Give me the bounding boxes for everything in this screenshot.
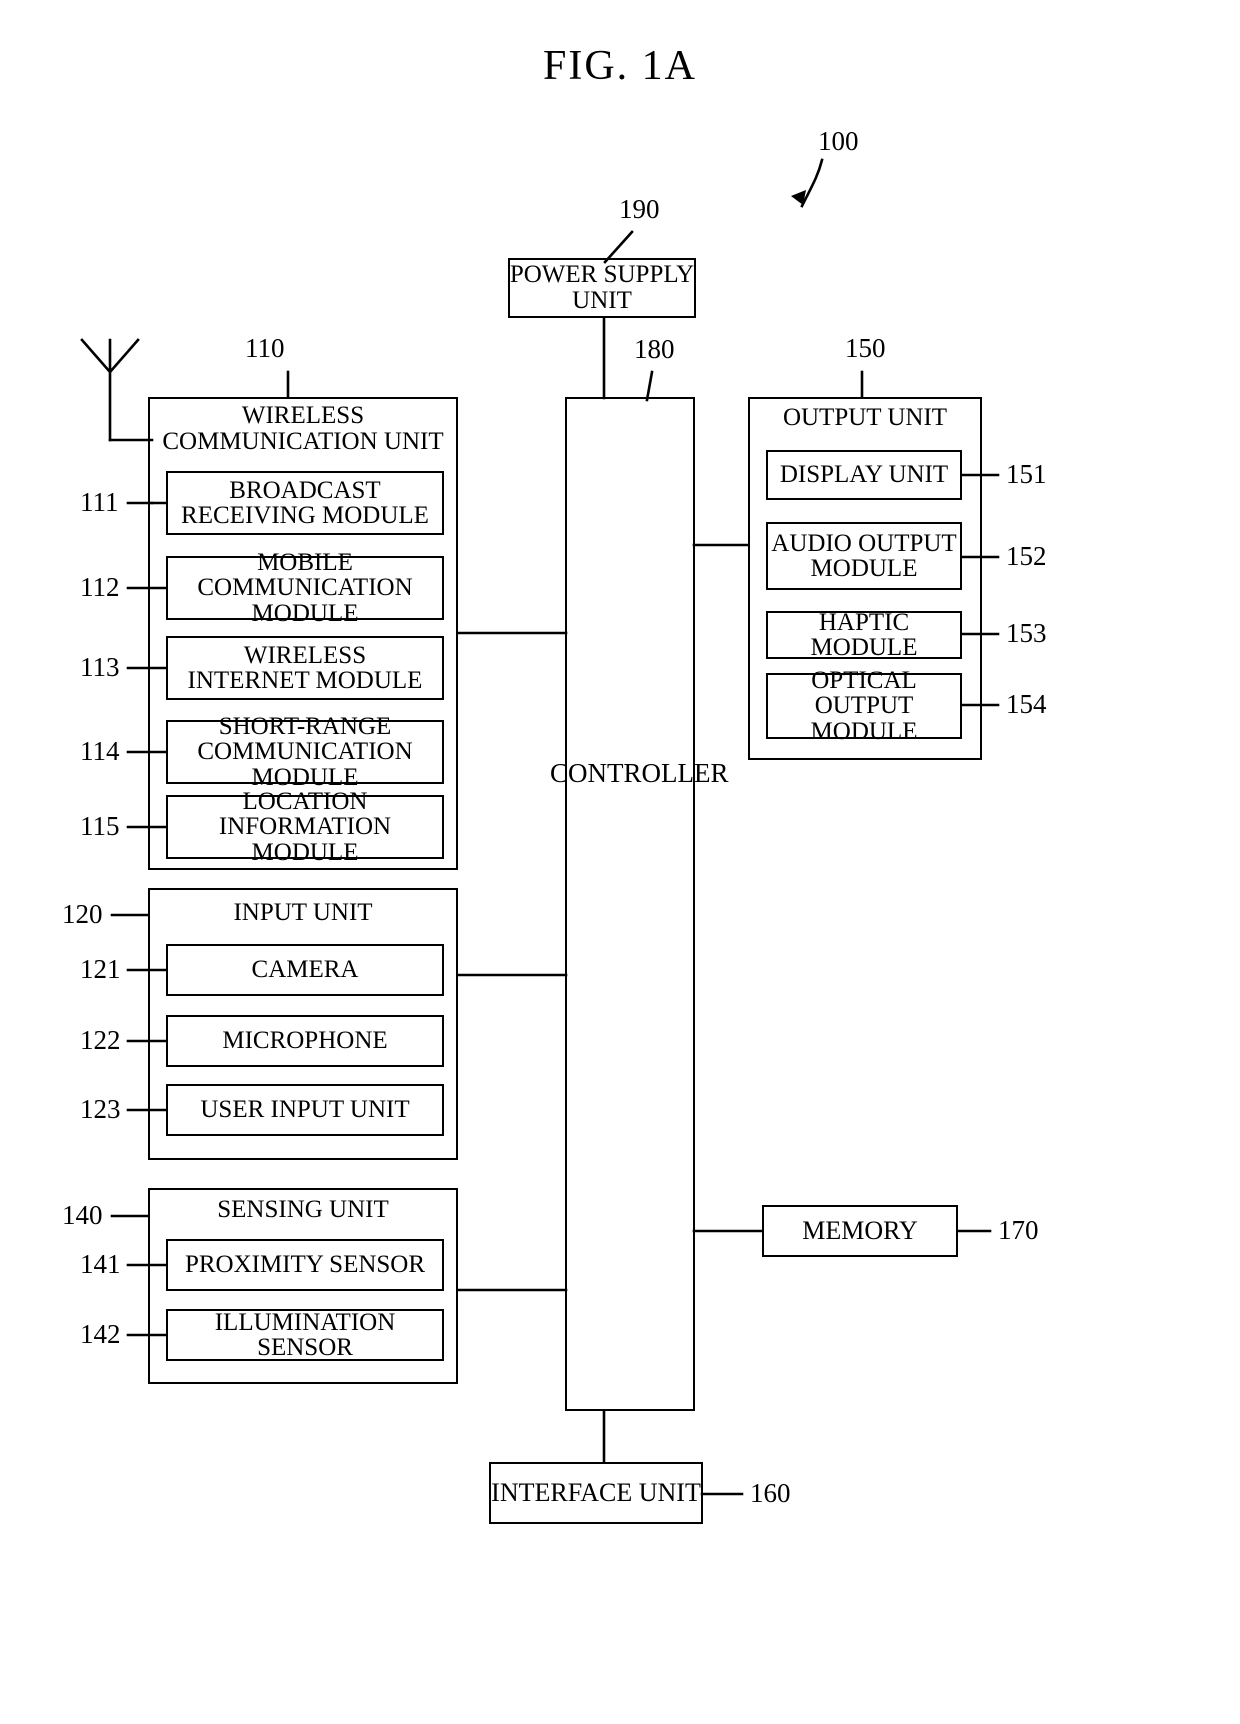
display-unit-box: DISPLAY UNIT xyxy=(766,450,962,500)
controller-label: CONTROLLER xyxy=(550,758,729,788)
haptic-module-box: HAPTIC MODULE xyxy=(766,608,962,661)
camera-label: CAMERA xyxy=(251,956,359,984)
illumination-sensor-box: ILLUMINATION SENSOR xyxy=(166,1309,444,1361)
interface-unit-box: INTERFACE UNIT xyxy=(489,1462,703,1524)
location-information-module-box: LOCATION INFORMATION MODULE xyxy=(166,789,444,865)
location-information-module-label: LOCATION INFORMATION MODULE xyxy=(218,787,392,866)
microphone-box: MICROPHONE xyxy=(166,1015,444,1067)
wireless-internet-module-box: WIRELESS INTERNET MODULE xyxy=(166,636,444,700)
wireless-communication-unit-title: WIRELESS COMMUNICATION UNIT xyxy=(162,402,444,455)
audio-output-module-label: AUDIO OUTPUT MODULE xyxy=(771,529,957,582)
ref-113: 113 xyxy=(80,652,120,682)
proximity-sensor-label: PROXIMITY SENSOR xyxy=(184,1251,426,1279)
ref-121: 121 xyxy=(80,954,121,984)
ref-122: 122 xyxy=(80,1025,121,1055)
camera-box: CAMERA xyxy=(166,944,444,996)
display-unit-label: DISPLAY UNIT xyxy=(779,461,949,489)
ref-100: 100 xyxy=(818,126,859,156)
sensing-unit-title: SENSING UNIT xyxy=(217,1196,389,1223)
ref-115: 115 xyxy=(80,811,120,841)
ref-152: 152 xyxy=(1006,541,1047,571)
proximity-sensor-box: PROXIMITY SENSOR xyxy=(166,1239,444,1291)
short-range-communication-module-box: SHORT-RANGE COMMUNICATION MODULE xyxy=(166,714,444,790)
microphone-label: MICROPHONE xyxy=(222,1027,388,1055)
haptic-module-label: HAPTIC MODULE xyxy=(810,608,918,661)
ref-160: 160 xyxy=(750,1478,791,1508)
ref-111: 111 xyxy=(80,487,119,517)
patent-figure-page: FIG. 1A POWER SUPPLY UNIT 190 100 CONTRO… xyxy=(0,0,1240,1724)
ref-153: 153 xyxy=(1006,618,1047,648)
ref-154: 154 xyxy=(1006,689,1047,719)
controller-box xyxy=(565,397,695,1411)
ref-141: 141 xyxy=(80,1249,121,1279)
broadcast-receiving-module-box: BROADCAST RECEIVING MODULE xyxy=(166,471,444,535)
short-range-communication-module-label: SHORT-RANGE COMMUNICATION MODULE xyxy=(197,712,413,791)
broadcast-receiving-module-label: BROADCAST RECEIVING MODULE xyxy=(181,476,429,529)
antenna-icon xyxy=(80,338,140,374)
page-title: FIG. 1A xyxy=(542,43,697,89)
mobile-communication-module-label: MOBILE COMMUNICATION MODULE xyxy=(197,548,413,627)
user-input-unit-box: USER INPUT UNIT xyxy=(166,1084,444,1136)
memory-box: MEMORY xyxy=(762,1205,958,1257)
ref-170: 170 xyxy=(998,1215,1039,1245)
wireless-internet-module-label: WIRELESS INTERNET MODULE xyxy=(187,641,423,694)
optical-output-module-label: OPTICAL OUTPUT MODULE xyxy=(810,666,918,745)
user-input-unit-label: USER INPUT UNIT xyxy=(200,1096,410,1124)
ref-114: 114 xyxy=(80,736,120,766)
ref-140: 140 xyxy=(62,1200,103,1230)
illumination-sensor-label: ILLUMINATION SENSOR xyxy=(214,1308,396,1361)
ref-142: 142 xyxy=(80,1319,121,1349)
ref-151: 151 xyxy=(1006,459,1047,489)
input-unit-title: INPUT UNIT xyxy=(233,899,373,926)
ref-180: 180 xyxy=(634,334,675,364)
ref-123: 123 xyxy=(80,1094,121,1124)
ref-190: 190 xyxy=(619,194,660,224)
power-supply-unit-label: POWER SUPPLY UNIT xyxy=(509,261,695,314)
interface-unit-label: INTERFACE UNIT xyxy=(491,1478,701,1507)
ref-110: 110 xyxy=(245,333,285,363)
output-unit-title: OUTPUT UNIT xyxy=(782,404,948,431)
mobile-communication-module-box: MOBILE COMMUNICATION MODULE xyxy=(166,550,444,626)
memory-label: MEMORY xyxy=(802,1216,918,1245)
audio-output-module-box: AUDIO OUTPUT MODULE xyxy=(766,522,962,590)
optical-output-module-box: OPTICAL OUTPUT MODULE xyxy=(766,668,962,744)
ref-120: 120 xyxy=(62,899,103,929)
ref-150: 150 xyxy=(845,333,886,363)
ref-112: 112 xyxy=(80,572,120,602)
